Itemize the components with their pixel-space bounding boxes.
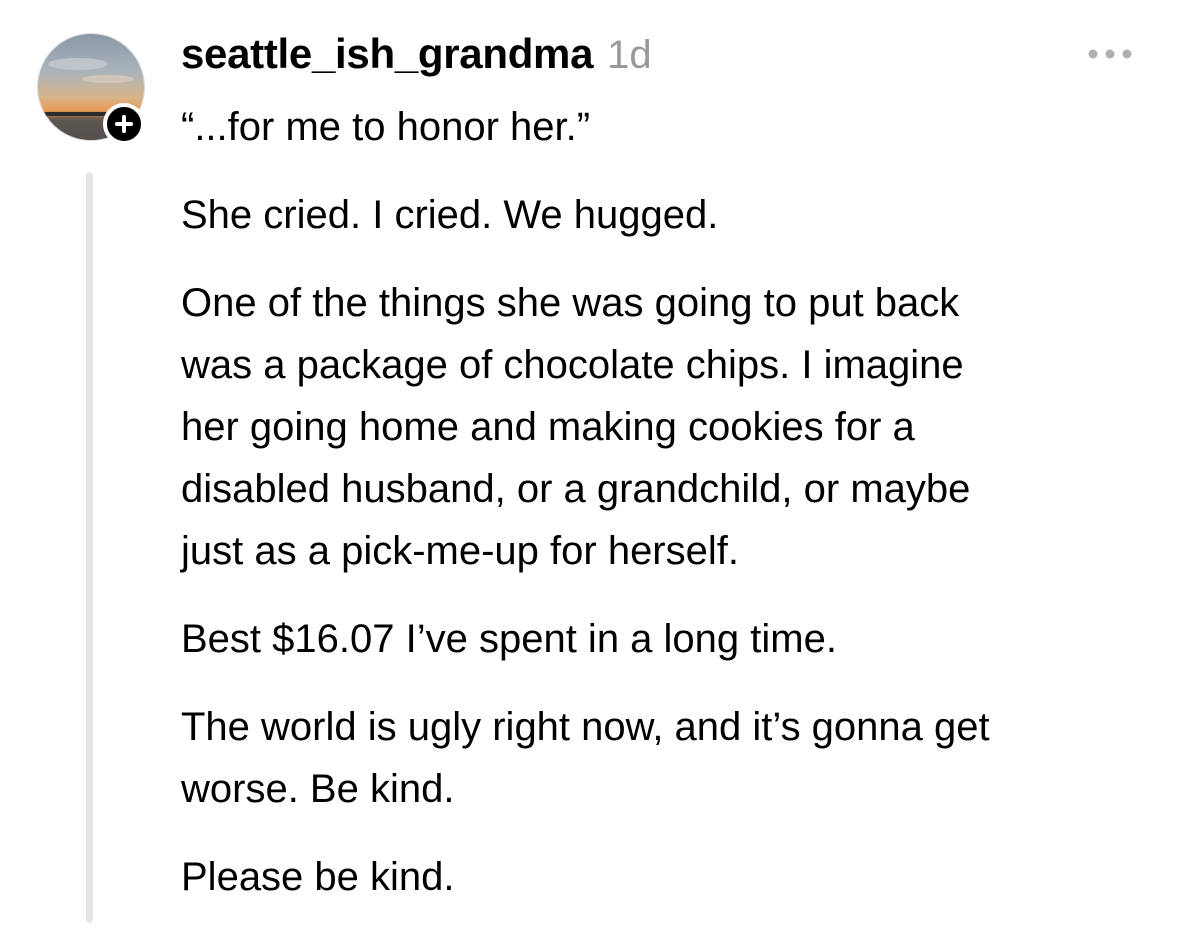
avatar-container — [37, 33, 145, 145]
username[interactable]: seattle_ish_grandma — [181, 30, 593, 78]
paragraph-quote: “...for me to honor her.” — [181, 105, 591, 149]
more-options-button[interactable] — [1084, 37, 1136, 71]
post-body: “...for me to honor her.” She cried. I c… — [181, 96, 1141, 934]
paragraph: Please be kind. — [181, 855, 455, 899]
paragraph: Best $16.07 I’ve spent in a long time. — [181, 617, 837, 661]
follow-button[interactable] — [103, 103, 145, 145]
paragraph: The world is ugly right now, and it’s go… — [181, 705, 990, 811]
paragraph: She cried. I cried. We hugged. — [181, 193, 719, 237]
more-horizontal-icon — [1088, 49, 1132, 59]
paragraph: One of the things she was going to put b… — [181, 281, 971, 573]
timestamp: 1d — [607, 33, 652, 77]
plus-icon — [115, 115, 133, 133]
comment-post: seattle_ish_grandma 1d “...for me to hon… — [0, 0, 1179, 923]
post-header: seattle_ish_grandma 1d — [181, 30, 652, 82]
thread-line — [86, 172, 93, 923]
